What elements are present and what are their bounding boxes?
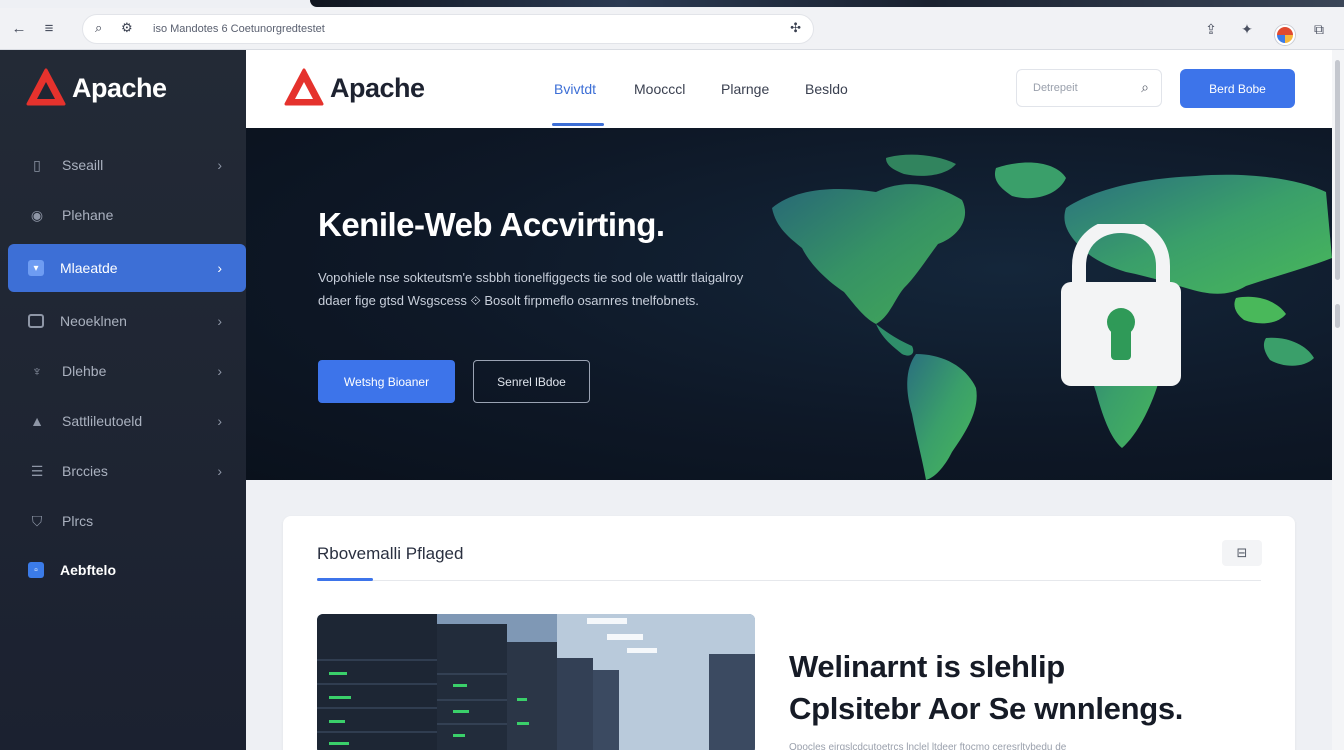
sidebar-logo[interactable]: Apache	[26, 68, 167, 108]
card-menu-icon[interactable]: ⊟	[1222, 540, 1262, 566]
tune-icon[interactable]: ⚙	[121, 20, 133, 36]
window-icon[interactable]: ⧉	[1308, 18, 1330, 40]
card-headline-line2: Cplsitebr Aor Se wnnlengs.	[789, 691, 1184, 726]
chevron-right-icon: ›	[217, 313, 222, 329]
hero-title: Kenile-Web Accvirting.	[318, 206, 665, 243]
sidebar-item-4[interactable]: ♆ Dlehbe ›	[8, 347, 246, 395]
antenna-icon: ♆	[31, 363, 43, 379]
sidebar-item-0[interactable]: ▯ Sseaill ›	[8, 141, 246, 189]
download-icon[interactable]: ⇪	[1200, 18, 1222, 40]
card-headline: Welinarnt is slehlip Cplsitebr Aor Se wn…	[789, 646, 1183, 730]
page-scrollbar[interactable]	[1332, 50, 1344, 750]
header-logo[interactable]: Apache	[284, 68, 425, 108]
sidebar-item-6[interactable]: ☰ Brccies ›	[8, 447, 246, 495]
server-room-image	[317, 614, 755, 750]
card-divider	[317, 580, 1261, 581]
hero-paragraph: Vopohiele nse sokteutsm'e ssbbh tionelfi…	[318, 270, 744, 308]
padlock-icon	[1061, 224, 1181, 386]
nav-link-1[interactable]: Moocccl	[634, 81, 685, 97]
rocket-icon: ▲	[30, 413, 44, 429]
card-headline-line1: Welinarnt is slehlip	[789, 649, 1065, 684]
search-input[interactable]: Detrepeit ⌕	[1016, 69, 1162, 107]
chevron-right-icon: ›	[217, 260, 222, 276]
back-icon[interactable]: ←	[8, 18, 30, 40]
sidebar-item-label: Neoeklnen	[60, 313, 127, 329]
chevron-right-icon: ›	[217, 157, 222, 173]
header-brand-name: Apache	[330, 72, 425, 103]
url-text: iso Mandotes 6 Coetunorgredtestet	[153, 23, 325, 35]
profile-avatar[interactable]	[1275, 25, 1295, 45]
search-icon[interactable]: ⌕	[1141, 79, 1149, 96]
sidebar-item-2[interactable]: ▾ Mlaeatde ›	[8, 244, 246, 292]
app-icon: ▫	[28, 562, 44, 578]
nav-link-3[interactable]: Besldo	[805, 81, 848, 97]
sidebar-item-label: Brccies	[62, 463, 108, 479]
sidebar-item-label: Mlaeatde	[60, 260, 118, 276]
header-cta-button[interactable]: Berd Bobe	[1180, 69, 1295, 108]
sidebar-item-label: Plehane	[62, 207, 114, 223]
browser-toolbar: ← ≡ ⌕ ⚙ iso Mandotes 6 Coetunorgredteste…	[0, 8, 1344, 50]
sidebar-item-3[interactable]: Neoeklnen ›	[8, 297, 246, 345]
search-placeholder: Detrepeit	[1033, 82, 1078, 94]
card-title: Rbovemalli Pflaged	[317, 544, 464, 563]
sidebar-item-5[interactable]: ▲ Sattlileutoeld ›	[8, 397, 246, 445]
server-icon: ☰	[30, 462, 44, 479]
address-bar[interactable]: ⌕ ⚙ iso Mandotes 6 Coetunorgredtestet ✣	[82, 14, 814, 44]
sidebar-item-label: Sseaill	[62, 157, 104, 173]
chevron-right-icon: ›	[217, 463, 222, 479]
hero-primary-button[interactable]: Wetshg Bioaner	[318, 360, 455, 403]
target-icon: ◉	[30, 206, 44, 223]
menu-icon[interactable]: ≡	[38, 18, 60, 40]
content-card: Rbovemalli Pflaged ⊟ Welinarnt is slehli…	[283, 516, 1295, 750]
card-title-underline	[317, 578, 373, 581]
chevron-right-icon: ›	[217, 363, 222, 379]
search-icon: ⌕	[95, 20, 103, 35]
window-icon	[28, 314, 44, 328]
sidebar: Apache ▯ Sseaill › ◉ Plehane ▾ Mlaeatde …	[0, 50, 246, 750]
card-footer-text: Opocles eirgslcdcutoetrcs lnclel ltdeer …	[789, 742, 1067, 750]
sidebar-item-label: Dlehbe	[62, 363, 107, 379]
apache-logo-icon	[284, 68, 324, 108]
scroll-thumb[interactable]	[1335, 60, 1340, 280]
sidebar-item-1[interactable]: ◉ Plehane	[8, 191, 246, 239]
active-nav-indicator	[552, 123, 604, 126]
sidebar-item-7[interactable]: ⛉ Plrcs	[8, 497, 246, 545]
nav-link-0[interactable]: Bvivtdt	[554, 81, 596, 97]
sidebar-item-label: Plrcs	[62, 513, 94, 529]
apache-logo-icon	[26, 68, 66, 108]
hero-banner: Kenile-Web Accvirting. Vopohiele nse sok…	[246, 128, 1332, 480]
sidebar-brand-name: Apache	[72, 72, 167, 103]
hero-secondary-button[interactable]: Senrel lBdoe	[473, 360, 590, 403]
mic-icon: ▯	[33, 156, 41, 173]
basket-icon: ⛉	[31, 512, 43, 529]
chevron-right-icon: ›	[217, 413, 222, 429]
pin-icon[interactable]: ✦	[1236, 18, 1258, 40]
main-header: Apache Bvivtdt Moocccl Plarnge Besldo De…	[246, 50, 1332, 128]
sidebar-item-label: Aebftelo	[60, 562, 116, 578]
extensions-icon[interactable]: ✣	[790, 20, 801, 36]
sidebar-item-8[interactable]: ▫ Aebftelo	[8, 546, 246, 594]
browser-top-strip	[310, 0, 1344, 7]
shield-icon: ▾	[28, 260, 44, 276]
world-map-graphic	[772, 154, 1332, 480]
nav-link-2[interactable]: Plarnge	[721, 81, 769, 97]
sidebar-item-label: Sattlileutoeld	[62, 413, 143, 429]
scroll-thumb-secondary	[1335, 304, 1340, 328]
